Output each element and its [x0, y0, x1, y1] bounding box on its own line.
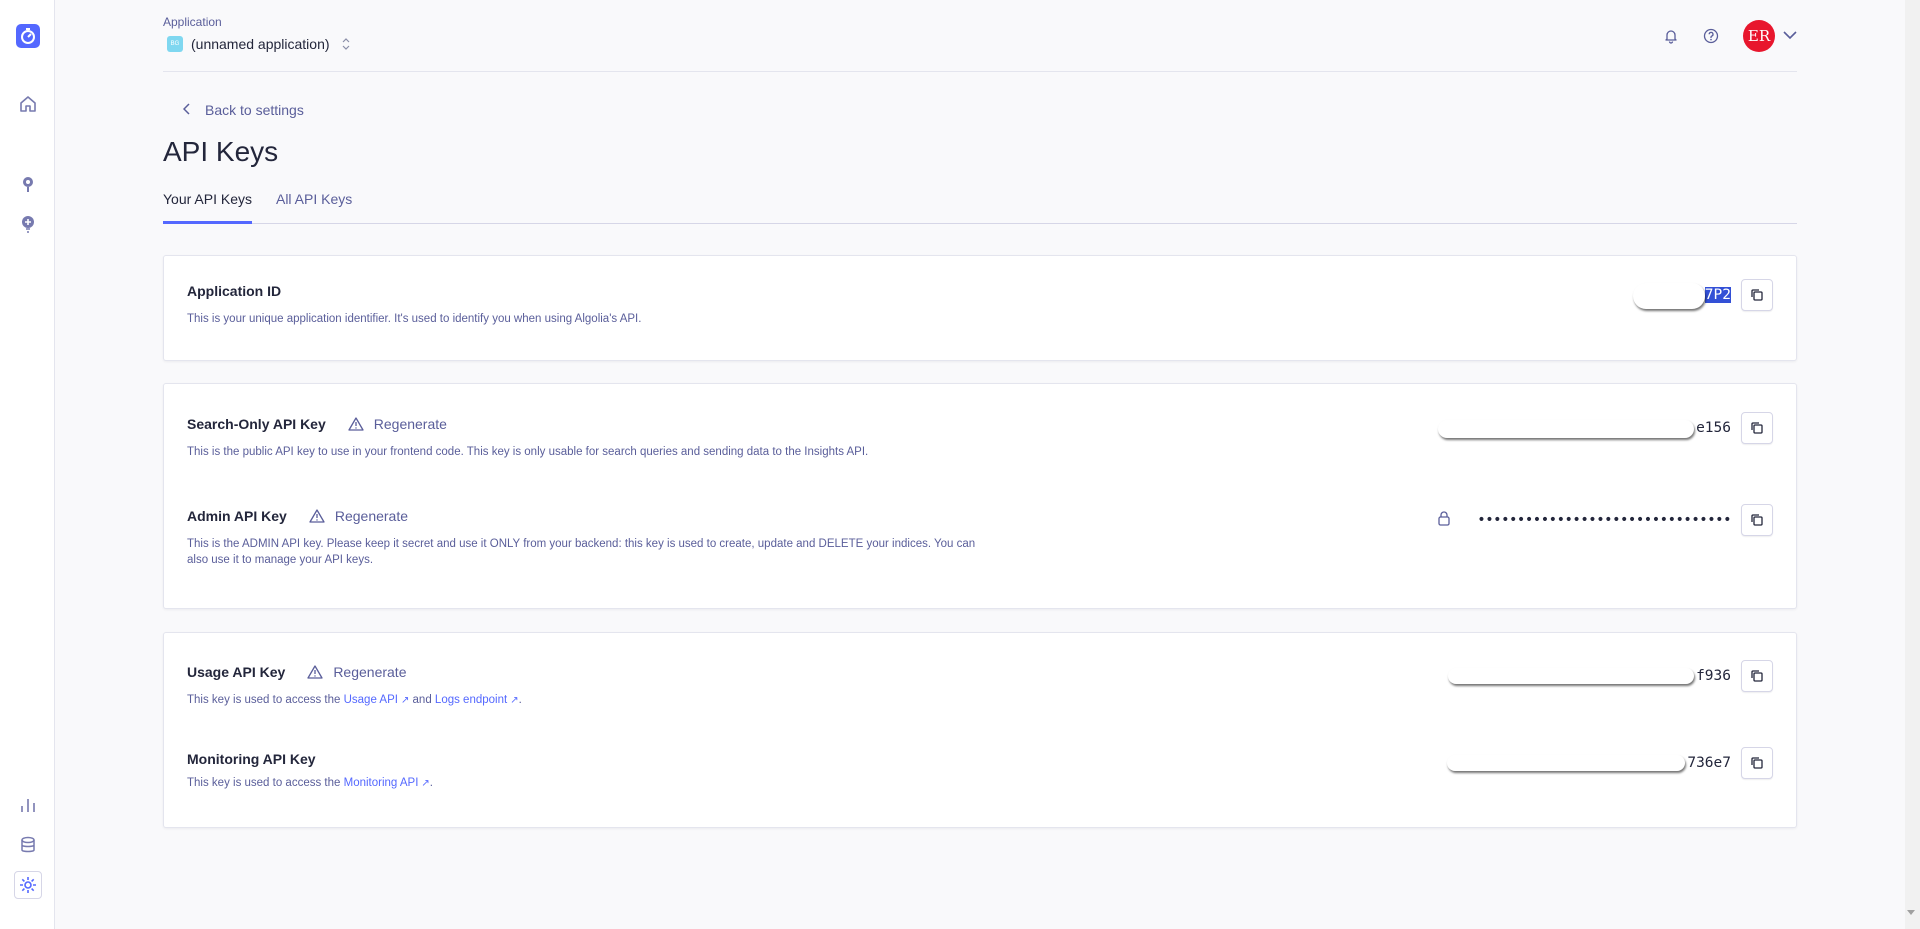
- admin-key-description: This is the ADMIN API key. Please keep i…: [187, 538, 976, 566]
- admin-key-title: Admin API Key: [187, 508, 287, 524]
- application-id-value-box: 7P2: [1632, 279, 1773, 311]
- search-admin-keys-card: Search-Only API Key Regenerate This is t…: [163, 383, 1797, 609]
- copy-monitoring-key-button[interactable]: [1741, 747, 1773, 779]
- back-to-settings-link[interactable]: Back to settings: [182, 102, 304, 118]
- usage-monitoring-keys-card: Usage API Key Regenerate This key is use…: [163, 632, 1797, 828]
- monitoring-key-value[interactable]: 736e7: [1447, 755, 1731, 771]
- warning-icon: [309, 509, 325, 523]
- tabs: Your API Keys All API Keys: [163, 190, 1797, 224]
- search-only-key-title: Search-Only API Key: [187, 416, 326, 432]
- chevron-left-icon: [182, 102, 191, 118]
- application-label: Application: [163, 15, 222, 29]
- search-product-icon[interactable]: [14, 170, 42, 198]
- usage-api-link[interactable]: Usage API ↗: [344, 694, 410, 706]
- application-selector[interactable]: BG (unnamed application): [167, 36, 350, 52]
- warning-icon: [307, 665, 323, 679]
- usage-key-title: Usage API Key: [187, 664, 286, 680]
- analytics-icon[interactable]: [14, 791, 42, 819]
- regenerate-search-only-button[interactable]: Regenerate: [348, 416, 447, 432]
- usage-key-value[interactable]: f936: [1448, 668, 1731, 684]
- lock-icon[interactable]: [1437, 510, 1451, 531]
- left-nav-rail: [0, 0, 55, 929]
- redaction-mask: [1438, 420, 1695, 438]
- copy-admin-key-button[interactable]: [1741, 504, 1773, 536]
- database-icon[interactable]: [14, 831, 42, 859]
- usage-key-value-box: f936: [1448, 660, 1773, 692]
- main-content: Application BG (unnamed application) ER …: [163, 0, 1797, 828]
- external-link-icon: ↗: [510, 695, 519, 706]
- algolia-logo-icon[interactable]: [16, 24, 40, 48]
- admin-key-masked-value: ••••••••••••••••••••••••••••••••: [1477, 512, 1731, 528]
- monitoring-api-link[interactable]: Monitoring API ↗: [344, 777, 430, 789]
- recommend-product-icon[interactable]: [14, 210, 42, 238]
- regenerate-usage-button[interactable]: Regenerate: [307, 664, 406, 680]
- top-bar: Application BG (unnamed application) ER: [163, 0, 1797, 72]
- chevron-down-icon[interactable]: [1783, 27, 1797, 45]
- tab-all-api-keys[interactable]: All API Keys: [276, 190, 352, 224]
- search-only-key-value-box: e156: [1438, 412, 1773, 444]
- notifications-bell-icon[interactable]: [1661, 26, 1681, 46]
- monitoring-key-title: Monitoring API Key: [187, 751, 316, 767]
- application-badge: BG: [167, 36, 183, 52]
- monitoring-key-description: This key is used to access the Monitorin…: [187, 777, 433, 789]
- search-only-key-description: This is the public API key to use in you…: [187, 446, 869, 458]
- page-title: API Keys: [163, 136, 279, 167]
- monitoring-key-row: Monitoring API Key This key is used to a…: [187, 747, 1773, 792]
- application-id-description: This is your unique application identifi…: [187, 313, 642, 325]
- tab-your-api-keys[interactable]: Your API Keys: [163, 190, 252, 224]
- application-id-title: Application ID: [187, 283, 282, 299]
- admin-key-row: Admin API Key Regenerate This is the ADM…: [187, 504, 1773, 568]
- application-id-row: Application ID This is your unique appli…: [187, 279, 1773, 327]
- home-icon[interactable]: [14, 90, 42, 118]
- warning-icon: [348, 417, 364, 431]
- admin-key-value-box: ••••••••••••••••••••••••••••••••: [1437, 504, 1773, 536]
- logs-endpoint-link[interactable]: Logs endpoint ↗: [435, 694, 519, 706]
- usage-key-description: This key is used to access the Usage API…: [187, 694, 522, 706]
- external-link-icon: ↗: [421, 778, 430, 789]
- copy-search-only-key-button[interactable]: [1741, 412, 1773, 444]
- copy-application-id-button[interactable]: [1741, 279, 1773, 311]
- application-name: (unnamed application): [191, 36, 330, 52]
- regenerate-admin-button[interactable]: Regenerate: [309, 508, 408, 524]
- help-icon[interactable]: [1701, 26, 1721, 46]
- search-only-key-value[interactable]: e156: [1438, 420, 1731, 438]
- application-id-value[interactable]: 7P2: [1632, 283, 1731, 309]
- redaction-mask: [1448, 668, 1695, 684]
- top-right-controls: ER: [1641, 20, 1797, 52]
- application-id-card: Application ID This is your unique appli…: [163, 255, 1797, 361]
- settings-gear-icon[interactable]: [14, 871, 42, 899]
- redaction-mask: [1447, 755, 1686, 771]
- usage-key-row: Usage API Key Regenerate This key is use…: [187, 660, 1773, 709]
- redaction-mask: [1632, 283, 1705, 309]
- search-only-key-row: Search-Only API Key Regenerate This is t…: [187, 412, 1773, 460]
- up-down-chevron-icon: [342, 37, 350, 51]
- monitoring-key-value-box: 736e7: [1447, 747, 1773, 779]
- back-link-label: Back to settings: [205, 102, 304, 118]
- copy-usage-key-button[interactable]: [1741, 660, 1773, 692]
- vertical-scrollbar[interactable]: [1905, 0, 1920, 929]
- user-avatar[interactable]: ER: [1743, 20, 1775, 52]
